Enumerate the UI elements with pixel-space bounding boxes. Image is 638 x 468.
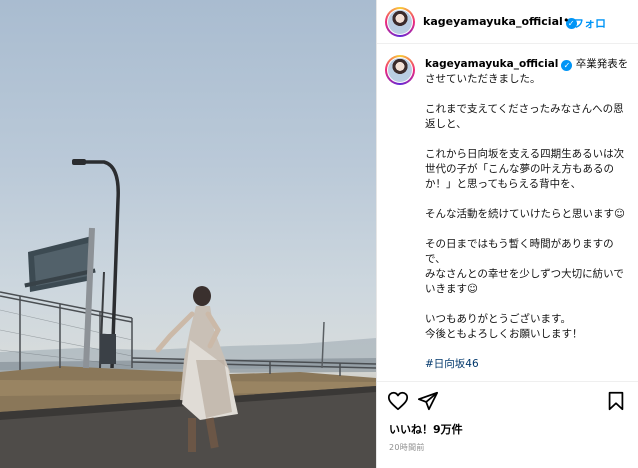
header-username[interactable]: kageyamayuka_official ✓ xyxy=(423,15,577,29)
post-timestamp[interactable]: 20時間前 xyxy=(389,442,425,453)
caption-area: kageyamayuka_official ✓ 卒業発表をさせていただきました。 … xyxy=(377,45,638,380)
post-sidebar: kageyamayuka_official ✓ • フォロ kageyamayuk… xyxy=(376,0,638,468)
bookmark-icon[interactable] xyxy=(605,390,627,412)
caption-username[interactable]: kageyamayuka_official xyxy=(425,58,558,70)
caption-line: いつもありがとうございます。 xyxy=(425,313,571,325)
post-photo[interactable] xyxy=(0,0,376,468)
follow-button[interactable]: フォロ xyxy=(573,15,606,31)
caption-avatar[interactable] xyxy=(385,55,415,85)
photo-scene xyxy=(0,159,376,468)
caption-line: その日まではもう暫く時間がありますので、 xyxy=(425,238,614,265)
verified-badge-icon: ✓ xyxy=(561,60,573,71)
post-header: kageyamayuka_official ✓ • フォロ xyxy=(377,0,638,44)
hashtag-link[interactable]: #日向坂46 xyxy=(425,358,479,370)
action-bar: いいね！9万件 20時間前 xyxy=(377,381,638,468)
caption-line: これまで支えてくださったみなさんへの恩返しと、 xyxy=(425,103,624,130)
like-count[interactable]: いいね！9万件 xyxy=(389,421,463,437)
post-caption: kageyamayuka_official ✓ 卒業発表をさせていただきました。 … xyxy=(425,57,633,372)
heart-icon[interactable] xyxy=(387,390,409,412)
caption-line: そんな活動を続けていけたらと思います☺ xyxy=(425,208,625,220)
username-text[interactable]: kageyamayuka_official xyxy=(423,15,563,28)
caption-line: みなさんとの幸せを少しずつ大切に紡いでいきます☺ xyxy=(425,268,624,295)
paper-plane-icon[interactable] xyxy=(417,390,439,412)
header-separator: • xyxy=(563,14,570,27)
caption-line: これから日向坂を支える四期生あるいは次世代の子が「こんな夢の叶え方もあるのか！」… xyxy=(425,148,625,190)
caption-line: 今後ともよろしくお願いします！ xyxy=(425,328,583,340)
avatar[interactable] xyxy=(385,7,415,37)
